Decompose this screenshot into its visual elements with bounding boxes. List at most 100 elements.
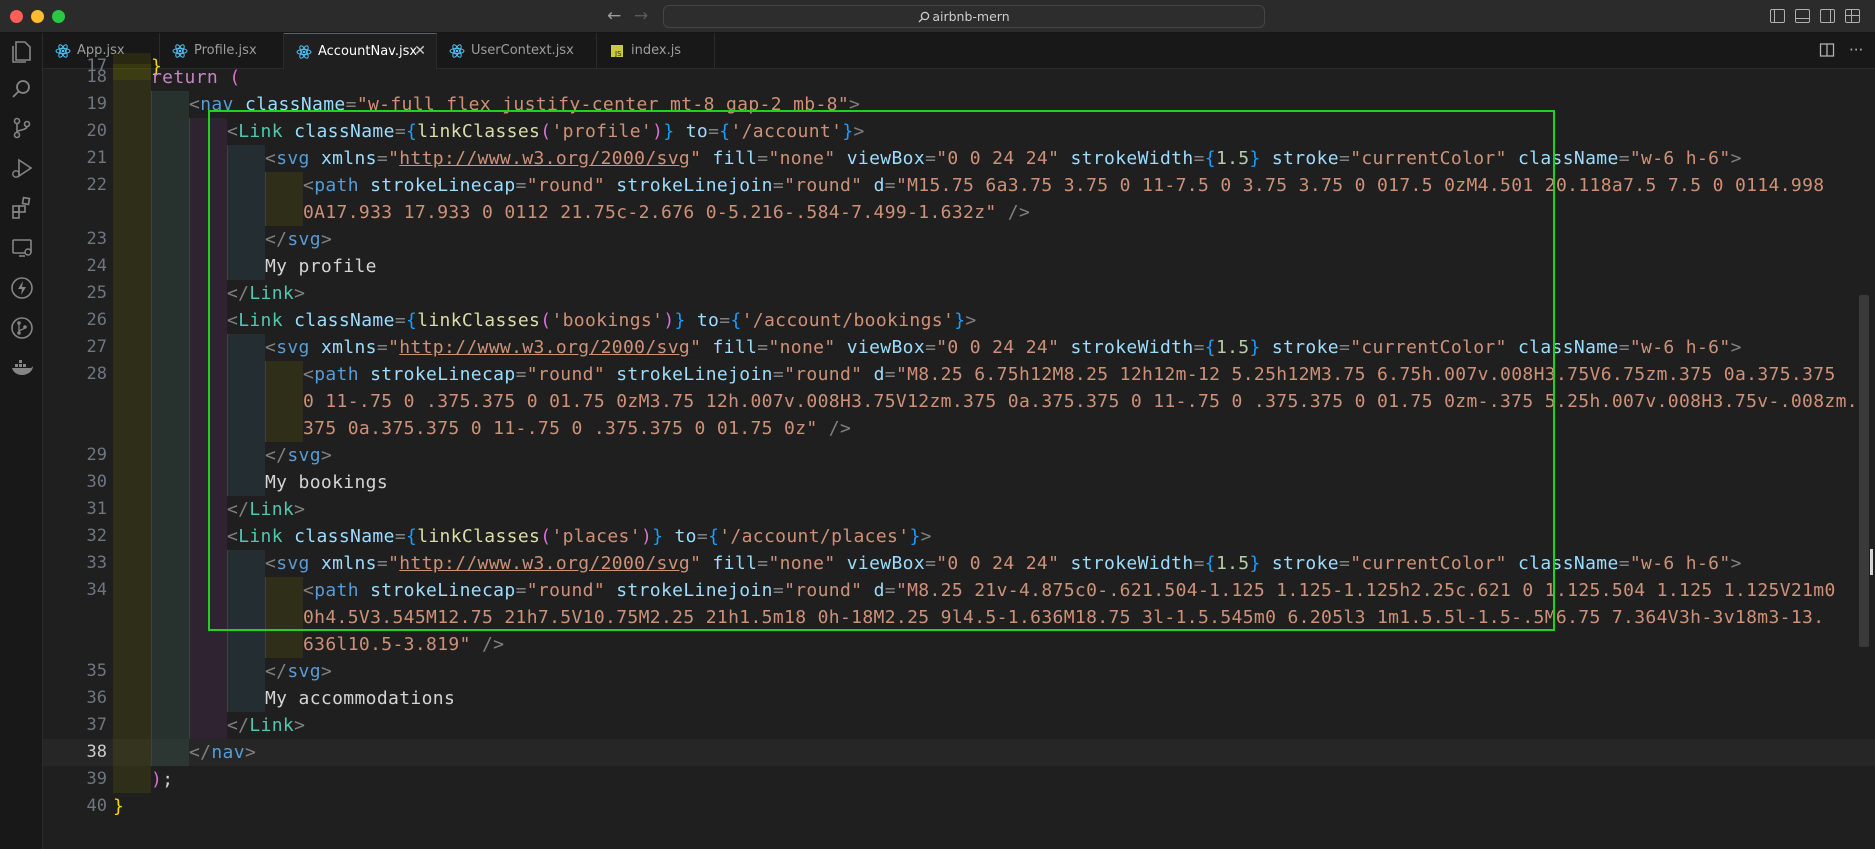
code-line: 22 <path strokeLinecap="round" strokeLine… (43, 172, 1875, 199)
close-window-button[interactable] (10, 10, 23, 23)
run-debug-icon[interactable] (9, 155, 35, 181)
files-icon[interactable] (9, 38, 35, 64)
code-text: </nav> (189, 742, 257, 763)
docker-icon[interactable] (9, 355, 35, 381)
code-line: 20 <Link className={linkClasses('profile'… (43, 118, 1875, 145)
line-number: 26 (86, 310, 107, 330)
code-line: 35 </svg> (43, 658, 1875, 685)
code-text: } (113, 796, 125, 817)
source-control-icon[interactable] (9, 115, 35, 141)
toggle-panel-icon[interactable] (1795, 9, 1810, 23)
line-number: 18 (86, 67, 107, 87)
line-number: 24 (86, 256, 107, 276)
title-bar: ← → airbnb-mern (0, 0, 1875, 33)
code-line: 18 return ( (43, 64, 1875, 91)
line-number: 34 (86, 580, 107, 600)
code-text: <path strokeLinecap="round" strokeLinejo… (303, 580, 1836, 601)
line-number: 20 (86, 121, 107, 141)
code-text: ); (151, 769, 174, 790)
code-line: 21 <svg xmlns="http://www.w3.org/2000/svg… (43, 145, 1875, 172)
forward-arrow-icon[interactable]: → (634, 6, 648, 26)
code-line: 39); (43, 766, 1875, 793)
code-line: 29 </svg> (43, 442, 1875, 469)
line-number: 36 (86, 688, 107, 708)
code-line: 636l10.5-3.819" /> (43, 631, 1875, 658)
line-number: 28 (86, 364, 107, 384)
code-line: 33 <svg xmlns="http://www.w3.org/2000/svg… (43, 550, 1875, 577)
line-number: 27 (86, 337, 107, 357)
line-number: 19 (86, 94, 107, 114)
code-line: 0A17.933 17.933 0 0112 21.75c-2.676 0-5.… (43, 199, 1875, 226)
code-text: My accommodations (265, 688, 456, 709)
line-number: 39 (86, 769, 107, 789)
scroll-position-marker (1870, 549, 1873, 575)
minimize-window-button[interactable] (31, 10, 44, 23)
git-graph-icon[interactable] (9, 315, 35, 341)
line-number: 40 (86, 796, 107, 816)
code-text: 0h4.5V3.545M12.75 21h7.5V10.75M2.25 21h1… (303, 607, 1825, 628)
code-text: <path strokeLinecap="round" strokeLinejo… (303, 364, 1836, 385)
code-text: <svg xmlns="http://www.w3.org/2000/svg" … (265, 148, 1742, 169)
code-line: 0 11-.75 0 .375.375 0 01.75 0zM3.75 12h.… (43, 388, 1875, 415)
code-text: <path strokeLinecap="round" strokeLinejo… (303, 175, 1825, 196)
maximize-window-button[interactable] (52, 10, 65, 23)
code-text: </svg> (265, 661, 333, 682)
code-text: <Link className={linkClasses('profile')}… (227, 121, 865, 142)
line-number: 25 (86, 283, 107, 303)
code-line: 19 <nav className="w-full flex justify-ce… (43, 91, 1875, 118)
code-line: 27 <svg xmlns="http://www.w3.org/2000/svg… (43, 334, 1875, 361)
code-line: 375 0a.375.375 0 11-.75 0 .375.375 0 01.… (43, 415, 1875, 442)
remote-explorer-icon[interactable] (9, 235, 35, 261)
search-icon[interactable] (9, 76, 35, 102)
code-text: <svg xmlns="http://www.w3.org/2000/svg" … (265, 337, 1742, 358)
code-line: 26 <Link className={linkClasses('bookings… (43, 307, 1875, 334)
code-line: 40} (43, 793, 1875, 820)
line-number: 21 (86, 148, 107, 168)
code-line: 38 </nav> (43, 739, 1875, 766)
back-arrow-icon[interactable]: ← (607, 6, 621, 26)
code-text: <svg xmlns="http://www.w3.org/2000/svg" … (265, 553, 1742, 574)
code-line: 30 My bookings (43, 469, 1875, 496)
code-line: 36 My accommodations (43, 685, 1875, 712)
code-text: </Link> (227, 715, 306, 736)
line-number: 33 (86, 553, 107, 573)
extensions-icon[interactable] (9, 195, 35, 221)
code-text: </Link> (227, 283, 306, 304)
line-number: 23 (86, 229, 107, 249)
line-number: 32 (86, 526, 107, 546)
code-line: 25 </Link> (43, 280, 1875, 307)
code-line: 37 </Link> (43, 712, 1875, 739)
code-text: <Link className={linkClasses('places')} … (227, 526, 932, 547)
code-line: 24 My profile (43, 253, 1875, 280)
thunder-client-icon[interactable] (9, 275, 35, 301)
code-text: 375 0a.375.375 0 11-.75 0 .375.375 0 01.… (303, 418, 852, 439)
code-text: </Link> (227, 499, 306, 520)
code-text: 636l10.5-3.819" /> (303, 634, 505, 655)
line-number: 38 (86, 742, 107, 762)
code-text: </svg> (265, 229, 333, 250)
code-text: My profile (265, 256, 377, 277)
code-line: 32 <Link className={linkClasses('places')… (43, 523, 1875, 550)
code-text: 0 11-.75 0 .375.375 0 01.75 0zM3.75 12h.… (303, 391, 1858, 412)
toggle-primary-sidebar-icon[interactable] (1770, 9, 1785, 23)
code-text: <nav className="w-full flex justify-cent… (189, 94, 861, 115)
code-line: 31 </Link> (43, 496, 1875, 523)
line-number: 37 (86, 715, 107, 735)
code-text: 0A17.933 17.933 0 0112 21.75c-2.676 0-5.… (303, 202, 1031, 223)
code-line: 28 <path strokeLinecap="round" strokeLine… (43, 361, 1875, 388)
search-icon (918, 11, 930, 23)
line-number: 35 (86, 661, 107, 681)
customize-layout-icon[interactable] (1845, 9, 1860, 23)
code-editor[interactable]: 17 } 18 return (19 <nav className="w-full … (43, 53, 1875, 849)
command-center-search[interactable]: airbnb-mern (663, 5, 1265, 28)
code-line: 34 <path strokeLinecap="round" strokeLine… (43, 577, 1875, 604)
activity-bar (0, 33, 43, 849)
code-text: return ( (151, 67, 241, 88)
code-line: 23 </svg> (43, 226, 1875, 253)
code-text: My bookings (265, 472, 389, 493)
code-text: </svg> (265, 445, 333, 466)
toggle-secondary-sidebar-icon[interactable] (1820, 9, 1835, 23)
line-number: 22 (86, 175, 107, 195)
editor-scrollbar[interactable] (1859, 295, 1869, 647)
line-number: 29 (86, 445, 107, 465)
